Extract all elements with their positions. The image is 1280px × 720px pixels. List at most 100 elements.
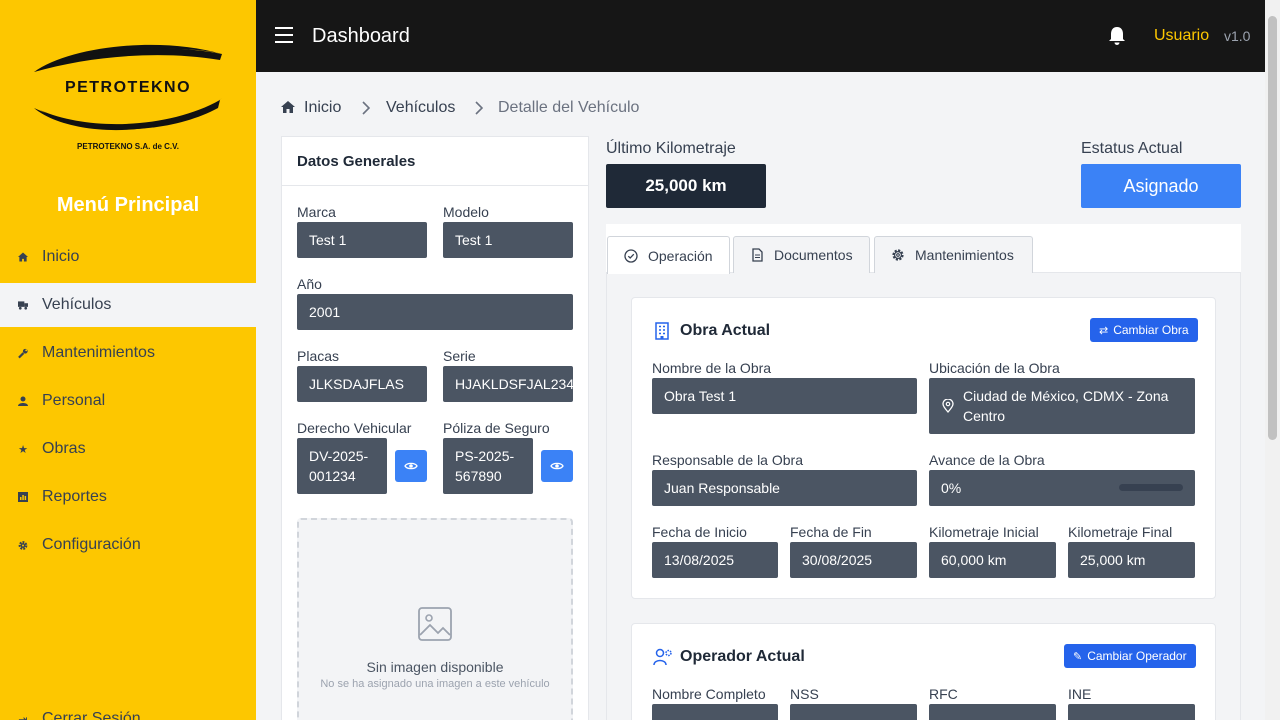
sidebar-item-label: Mantenimientos [42,344,155,361]
scrollbar-thumb[interactable] [1268,16,1277,440]
operador-ine-field[interactable] [1068,704,1195,720]
view-derecho-button[interactable] [395,450,427,482]
eye-icon [550,462,564,470]
poliza-field[interactable]: PS-2025-567890 [443,438,533,494]
logout-icon: ⇥ [18,713,28,720]
tab-label: Operación [648,247,713,264]
operador-title: Operador Actual [680,648,805,665]
image-icon [418,607,452,641]
pencil-icon: ✎ [1073,650,1083,663]
fecha-inicio-field[interactable]: 13/08/2025 [652,542,778,578]
sidebar-item-reportes[interactable]: Reportes [0,475,256,519]
chevron-right-icon [475,98,484,120]
logo-swoosh-icon [34,44,222,131]
tab-operacion[interactable]: Operación [607,236,730,274]
bell-icon[interactable] [1108,26,1126,46]
poliza-label: Póliza de Seguro [443,420,550,436]
km-final-field[interactable]: 25,000 km [1068,542,1195,578]
tab-mantenimientos[interactable]: Mantenimientos [874,236,1033,273]
sidebar-item-obras[interactable]: ★ Obras [0,427,256,471]
sidebar-item-label: Configuración [42,536,141,553]
sidebar-item-mantenimientos[interactable]: Mantenimientos [0,331,256,375]
fecha-fin-field[interactable]: 30/08/2025 [790,542,917,578]
truck-icon [18,300,28,310]
operador-nss-label: NSS [790,686,819,702]
serie-label: Serie [443,348,476,364]
breadcrumb-inicio[interactable]: Inicio [304,99,341,117]
km-inicial-field[interactable]: 60,000 km [929,542,1056,578]
obra-ubicacion-field[interactable]: Ciudad de México, CDMX - Zona Centro [929,378,1195,434]
star-icon: ★ [18,443,28,456]
anio-field[interactable]: 2001 [297,294,573,330]
sidebar-item-label: Reportes [42,488,107,505]
tab-label: Mantenimientos [915,247,1014,263]
eye-icon [404,462,418,470]
km-final-label: Kilometraje Final [1068,524,1173,540]
fecha-inicio-label: Fecha de Inicio [652,524,747,540]
chevron-right-icon [362,98,371,120]
breadcrumb-vehiculos[interactable]: Vehículos [386,99,455,117]
vehicle-image-placeholder[interactable]: Sin imagen disponible No se ha asignado … [297,518,573,720]
button-label: Cambiar Obra [1113,323,1189,337]
status-badge: Asignado [1081,164,1241,208]
serie-field[interactable]: HJAKLDSFJAL234K [443,366,573,402]
gear-icon [892,249,904,261]
anio-label: Año [297,276,322,292]
avance-progress-bar [1119,484,1183,491]
exchange-icon: ⇄ [1099,324,1109,337]
sidebar-item-label: Vehículos [42,296,112,313]
no-image-title: Sin imagen disponible [366,659,504,675]
user-icon [18,396,28,406]
marca-field[interactable]: Test 1 [297,222,427,258]
tab-documentos[interactable]: Documentos [733,236,870,273]
chart-icon [18,492,28,502]
obra-nombre-label: Nombre de la Obra [652,360,772,376]
obra-ubicacion-label: Ubicación de la Obra [929,360,1060,376]
wrench-icon [18,348,28,358]
no-image-subtitle: No se ha asignado una imagen a este vehí… [320,678,550,690]
operador-rfc-field[interactable] [929,704,1056,720]
view-poliza-button[interactable] [541,450,573,482]
derecho-label: Derecho Vehicular [297,420,412,436]
obra-responsable-label: Responsable de la Obra [652,452,803,468]
brand-logo: PETROTEKNO PETROTEKNO S.A. de C.V. [30,38,226,156]
obra-nombre-field[interactable]: Obra Test 1 [652,378,917,414]
page-title: Dashboard [312,25,410,47]
placas-field[interactable]: JLKSDAJFLAS [297,366,427,402]
card-header: Datos Generales [282,137,588,186]
sidebar-item-configuracion[interactable]: Configuración [0,523,256,567]
building-icon [653,322,671,340]
obra-avance-label: Avance de la Obra [929,452,1045,468]
operador-nombre-field[interactable] [652,704,778,720]
obra-title: Obra Actual [680,322,771,339]
user-menu[interactable]: Usuario [1154,27,1209,45]
document-icon [752,248,763,262]
operador-nss-field[interactable] [790,704,917,720]
estatus-label: Estatus Actual [1081,140,1183,157]
obra-responsable-field[interactable]: Juan Responsable [652,470,917,506]
operador-ine-label: INE [1068,686,1092,702]
breadcrumb-current: Detalle del Vehículo [498,99,640,116]
derecho-field[interactable]: DV-2025-001234 [297,438,387,494]
km-inicial-label: Kilometraje Inicial [929,524,1039,540]
top-bar: Dashboard Usuario v1.0 [256,0,1280,72]
modelo-field[interactable]: Test 1 [443,222,573,258]
sidebar-item-inicio[interactable]: Inicio [0,235,256,279]
sidebar: PETROTEKNO PETROTEKNO S.A. de C.V. Menú … [0,0,256,720]
sidebar-item-personal[interactable]: Personal [0,379,256,423]
kilometraje-label: Último Kilometraje [606,140,736,157]
cambiar-operador-button[interactable]: ✎ Cambiar Operador [1064,644,1196,668]
sidebar-item-vehiculos[interactable]: Vehículos [0,283,256,327]
sidebar-item-label: Personal [42,392,106,409]
sidebar-item-cerrar-sesion[interactable]: ⇥ Cerrar Sesión [0,697,256,720]
version-label: v1.0 [1224,28,1251,44]
card-title: Datos Generales [297,153,416,170]
location-pin-icon [942,398,954,413]
hamburger-menu-icon[interactable] [275,27,293,43]
check-circle-icon [624,248,638,263]
marca-label: Marca [297,204,336,220]
tab-label: Documentos [774,247,853,263]
cambiar-obra-button[interactable]: ⇄ Cambiar Obra [1090,318,1198,342]
fecha-fin-label: Fecha de Fin [790,524,872,540]
home-icon [18,252,28,262]
